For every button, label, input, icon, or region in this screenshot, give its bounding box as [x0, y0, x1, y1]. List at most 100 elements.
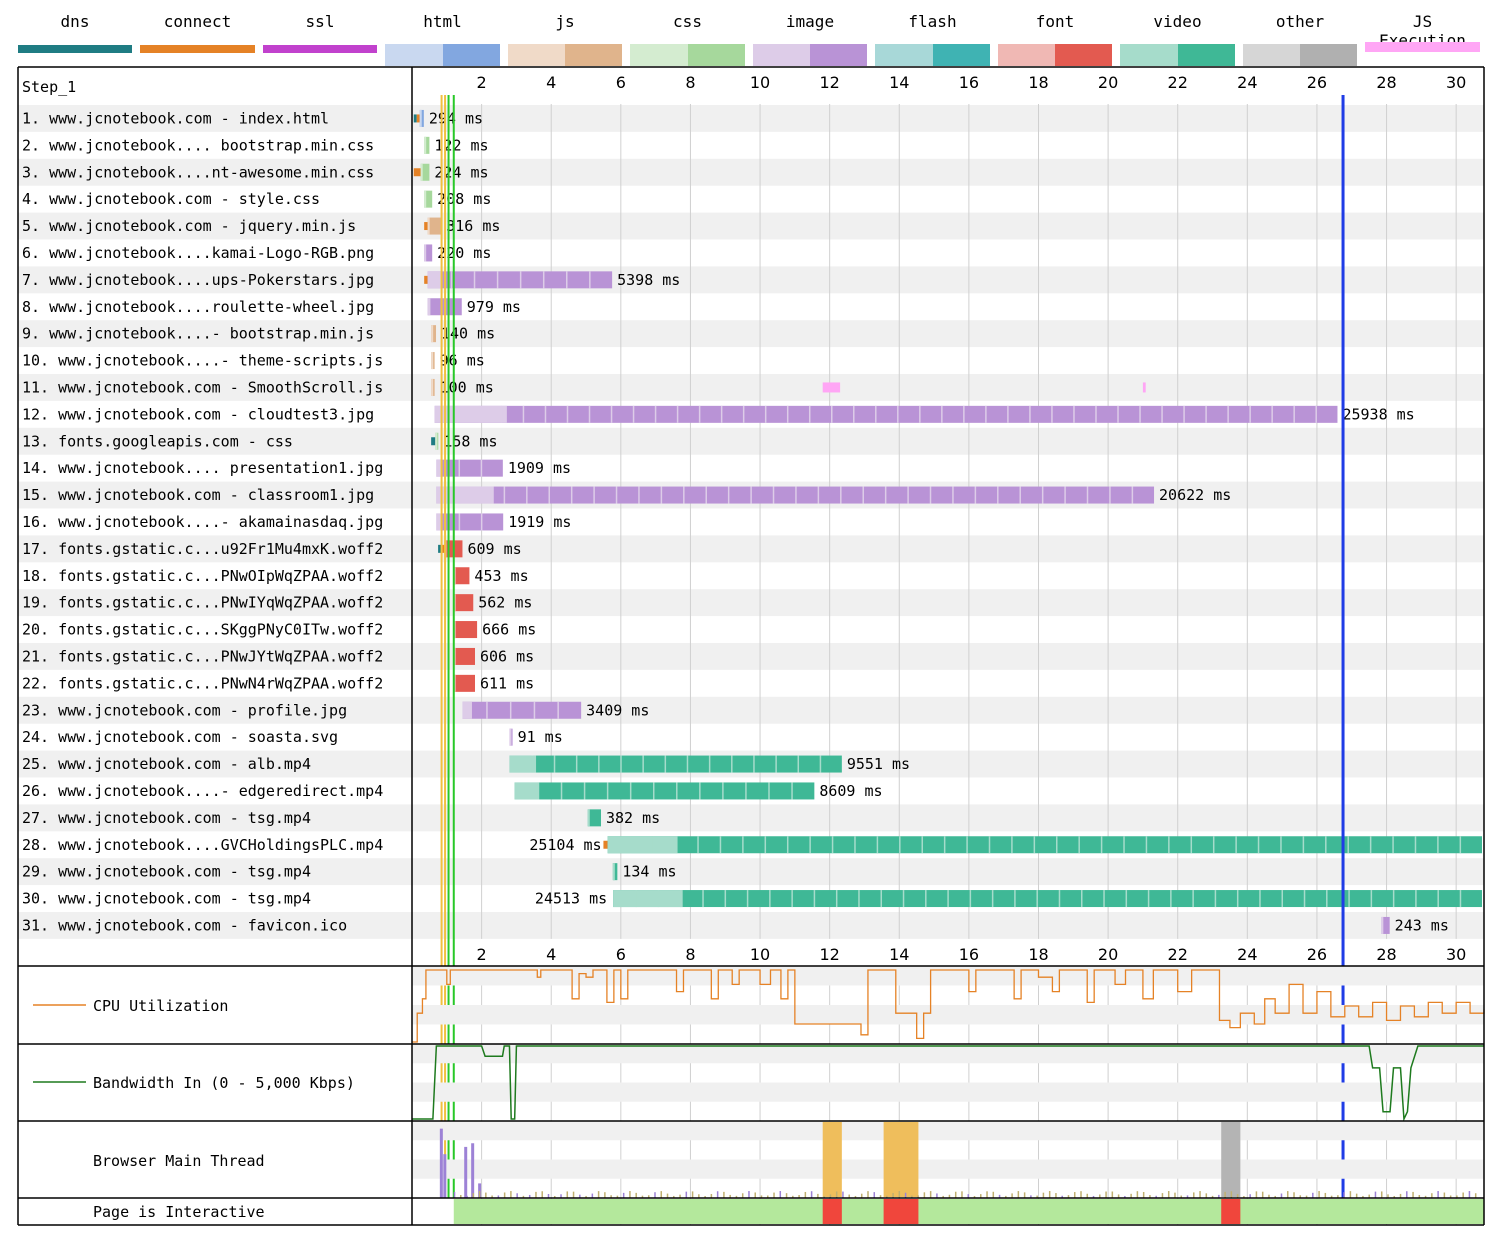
- bar-body: [453, 674, 475, 692]
- x-tick-label: 28: [1376, 73, 1396, 92]
- bar-chunk: [1109, 486, 1111, 504]
- bar-chunk: [664, 755, 667, 773]
- main-thread-activity: [1255, 1191, 1258, 1198]
- x-tick-label: 14: [889, 73, 909, 92]
- bar-chunk: [797, 755, 800, 773]
- duration-label: 9551 ms: [847, 755, 910, 773]
- cpu-band: [412, 1005, 1484, 1025]
- bar-chunk: [702, 890, 704, 908]
- bar-chunk: [745, 782, 747, 800]
- duration-label: 1909 ms: [508, 459, 571, 477]
- duration-label: 5398 ms: [617, 271, 680, 289]
- bar-chunk: [598, 755, 600, 773]
- bar-ttfb: [424, 190, 427, 208]
- bar-ttfb: [1381, 916, 1384, 934]
- bar-ttfb: [613, 890, 683, 908]
- main-thread-activity: [597, 1191, 600, 1198]
- bar-chunk: [1073, 405, 1075, 423]
- request-label: 22. fonts.gstatic.c...PNwN4rWqZPAA.woff2: [22, 674, 383, 692]
- main-thread-activity: [716, 1191, 719, 1198]
- waterfall-chart: 2244668810101212141416161818202022222424…: [17, 66, 1485, 1226]
- bar-ttfb: [431, 378, 434, 396]
- bar-ttfb: [427, 217, 430, 235]
- bar-chunk: [1415, 890, 1417, 908]
- bar-chunk: [727, 486, 730, 504]
- main-thread-activity: [873, 1192, 876, 1198]
- bar-chunk: [925, 890, 927, 908]
- duration-label: 1919 ms: [508, 513, 571, 531]
- bar-body: [607, 836, 1482, 854]
- x-tick-label: 16: [959, 945, 979, 964]
- bar-chunk: [1257, 836, 1260, 854]
- duration-label: 24513 ms: [535, 890, 607, 908]
- main-thread-activity: [691, 1191, 694, 1198]
- bar-chunk: [1459, 836, 1462, 854]
- bar-ttfb: [420, 163, 423, 181]
- main-thread-activity: [1312, 1192, 1314, 1198]
- main-thread-activity: [1017, 1191, 1020, 1198]
- duration-label: 294 ms: [429, 109, 483, 127]
- bar-chunk: [991, 890, 994, 908]
- request-label: 1. www.jcnotebook.com - index.html: [22, 109, 329, 127]
- bar-chunk: [1081, 890, 1083, 908]
- bar-chunk: [698, 405, 701, 423]
- bar-chunk: [680, 890, 682, 908]
- request-label: 3. www.jcnotebook....nt-awesome.min.css: [22, 163, 374, 181]
- request-label: 6. www.jcnotebook....kamai-Logo-RGB.png: [22, 244, 374, 262]
- bar-chunk: [1236, 890, 1239, 908]
- main-thread-activity: [1174, 1192, 1176, 1198]
- bw-band: [412, 1044, 1484, 1064]
- bar-chunk: [566, 405, 569, 423]
- request-label: 11. www.jcnotebook.com - SmoothScroll.js: [22, 378, 383, 396]
- request-row: 17. fonts.gstatic.c...u92Fr1Mu4mxK.woff2…: [22, 540, 522, 558]
- duration-label: 666 ms: [482, 621, 536, 639]
- bar-chunk: [764, 836, 767, 854]
- bar-chunk: [1271, 405, 1273, 423]
- bar-chunk: [642, 755, 644, 773]
- main-thread-activity: [478, 1191, 481, 1198]
- bar-chunk: [526, 486, 528, 504]
- bar-chunk: [854, 836, 856, 854]
- connect-segment: [416, 114, 420, 123]
- bar-chunk: [1459, 890, 1462, 908]
- request-row: 22. fonts.gstatic.c...PNwN4rWqZPAA.woff2…: [22, 674, 534, 692]
- request-row: 5. www.jcnotebook.com - jquery.min.js 316…: [22, 217, 500, 235]
- bar-chunk: [1019, 486, 1021, 504]
- main-thread-activity: [986, 1191, 988, 1198]
- main-thread-activity: [754, 1192, 756, 1198]
- main-thread-activity: [485, 1192, 487, 1198]
- bar-chunk: [1078, 836, 1080, 854]
- bar-chunk: [808, 405, 811, 423]
- x-tick-label: 24: [1237, 73, 1257, 92]
- main-thread-activity: [1023, 1192, 1026, 1198]
- bar-chunk: [880, 890, 883, 908]
- main-thread-activity: [1462, 1192, 1464, 1198]
- bar-chunk: [724, 890, 727, 908]
- bar-chunk: [480, 459, 483, 477]
- main-thread-activity: [541, 1191, 543, 1198]
- bar-chunk: [772, 486, 775, 504]
- bar-body: [613, 890, 1482, 908]
- bar-chunk: [654, 405, 657, 423]
- main-thread-activity: [1048, 1191, 1051, 1198]
- bar-chunk: [1370, 890, 1373, 908]
- request-row: 19. fonts.gstatic.c...PNwIYqWqZPAA.woff2…: [22, 594, 532, 612]
- bar-chunk: [941, 405, 943, 423]
- bar-chunk: [1392, 890, 1395, 908]
- bar-chunk: [1036, 890, 1038, 908]
- bar-chunk: [575, 755, 578, 773]
- bar-ttfb: [424, 136, 427, 154]
- cpu-label: CPU Utilization: [93, 997, 228, 1015]
- request-row: 15. www.jcnotebook.com - classroom1.jpg 2…: [22, 486, 1231, 504]
- duration-label: 562 ms: [478, 594, 532, 612]
- main-thread-activity: [660, 1191, 663, 1198]
- bar-chunk: [1147, 890, 1150, 908]
- request-label: 12. www.jcnotebook.com - cloudtest3.jpg: [22, 405, 374, 423]
- bar-chunk: [1205, 405, 1207, 423]
- bar-chunk: [674, 836, 677, 854]
- duration-label: 25104 ms: [529, 836, 601, 854]
- request-row: 10. www.jcnotebook....- theme-scripts.js…: [22, 352, 485, 370]
- request-row: 16. www.jcnotebook....- akamainasdaq.jpg…: [22, 513, 571, 531]
- main-thread-activity: [1224, 1191, 1226, 1198]
- main-thread-block: [883, 1122, 919, 1197]
